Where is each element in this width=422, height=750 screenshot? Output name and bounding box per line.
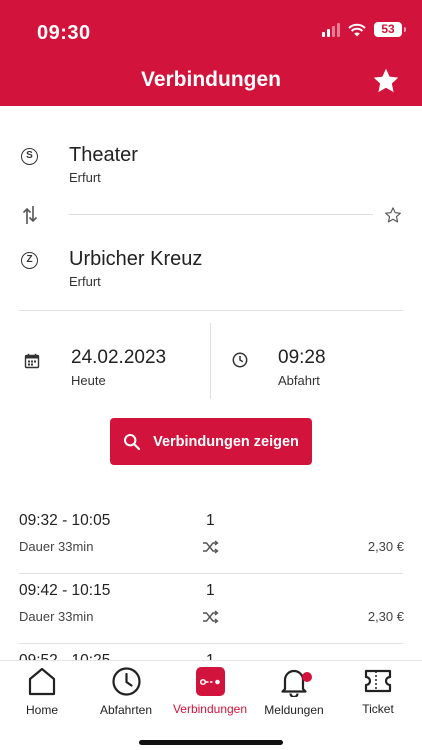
star-outline-icon[interactable]: [384, 206, 402, 224]
tab-meldungen[interactable]: Meldungen: [252, 666, 336, 717]
connection-transfers: 1: [206, 512, 215, 529]
tab-verbindungen[interactable]: Verbindungen: [168, 666, 252, 716]
tab-ticket[interactable]: Ticket: [336, 666, 420, 716]
home-indicator: [139, 740, 283, 745]
page-title: Verbindungen: [140, 68, 281, 91]
row-divider: [19, 573, 403, 574]
time-label: Abfahrt: [278, 373, 320, 388]
app-header: 09:30 53 Verbindungen: [0, 0, 422, 106]
time-field[interactable]: 09:28 Abfahrt: [211, 323, 422, 399]
transfer-shuffle-icon: [203, 610, 219, 624]
transfer-shuffle-icon: [203, 540, 219, 554]
origin-field[interactable]: S Theater Erfurt: [0, 140, 422, 190]
connection-time: 09:32 - 10:05: [19, 512, 111, 529]
tab-ticket-label: Ticket: [362, 702, 394, 716]
origin-city: Erfurt: [69, 170, 101, 185]
favorites-star-icon[interactable]: [372, 67, 400, 95]
connection-duration: Dauer 33min: [19, 609, 94, 624]
status-icons: 53: [322, 22, 406, 37]
tab-meldungen-label: Meldungen: [264, 703, 324, 717]
destination-city: Erfurt: [69, 274, 101, 289]
connection-row[interactable]: 09:42 - 10:15 1 Dauer 33min 2,30 €: [0, 582, 422, 652]
clock-icon: [111, 667, 141, 696]
search-icon: [124, 433, 141, 450]
tab-verbindungen-label: Verbindungen: [172, 702, 248, 716]
wifi-icon: [348, 23, 366, 36]
connection-duration: Dauer 33min: [19, 539, 94, 554]
battery-icon: 53: [374, 22, 406, 37]
destination-name: Urbicher Kreuz: [69, 248, 203, 270]
connection-row[interactable]: 09:32 - 10:05 1 Dauer 33min 2,30 €: [0, 512, 422, 582]
connection-price: 2,30 €: [367, 539, 404, 554]
connection-time: 09:42 - 10:15: [19, 582, 111, 599]
tab-home-label: Home: [25, 703, 58, 717]
swap-icon[interactable]: [21, 204, 39, 226]
destination-field[interactable]: Z Urbicher Kreuz Erfurt: [0, 244, 422, 294]
date-label: Heute: [71, 373, 106, 388]
status-time: 09:30: [37, 22, 91, 44]
tab-abfahrten-label: Abfahrten: [99, 703, 153, 717]
time-value: 09:28: [278, 347, 326, 368]
notification-badge: [302, 672, 312, 682]
route-icon: [195, 667, 225, 696]
ticket-icon: [364, 669, 392, 693]
section-divider: [19, 310, 403, 311]
row-divider: [19, 643, 403, 644]
destination-badge-icon: Z: [21, 252, 38, 269]
tab-bar: Home Abfahrten Verbindungen Meldungen Ti…: [0, 660, 422, 750]
home-icon: [28, 667, 56, 696]
signal-icon: [322, 22, 340, 37]
origin-name: Theater: [69, 144, 138, 166]
show-connections-button[interactable]: Verbindungen zeigen: [110, 418, 312, 465]
date-value: 24.02.2023: [71, 347, 167, 368]
start-badge-icon: S: [21, 148, 38, 165]
connection-transfers: 1: [206, 582, 215, 599]
tab-home[interactable]: Home: [0, 666, 84, 717]
stop-separator: [69, 214, 373, 215]
connection-price: 2,30 €: [367, 609, 404, 624]
show-connections-label: Verbindungen zeigen: [153, 433, 299, 450]
clock-icon: [232, 352, 248, 368]
tab-abfahrten[interactable]: Abfahrten: [84, 666, 168, 717]
calendar-icon: [24, 353, 40, 369]
date-field[interactable]: 24.02.2023 Heute: [0, 323, 210, 399]
